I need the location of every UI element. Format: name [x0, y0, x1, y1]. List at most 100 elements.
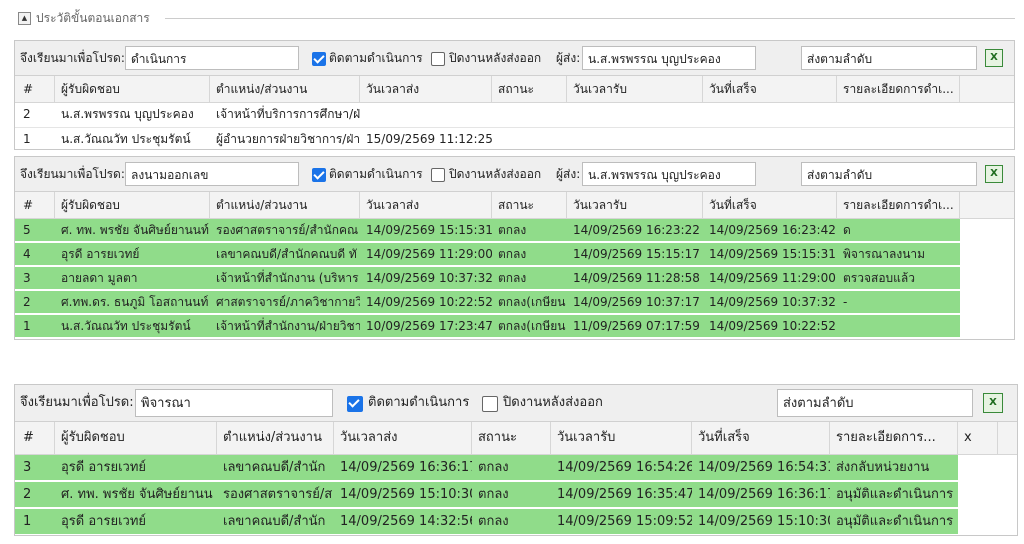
- cell-sent: 14/09/2569 16:36:17: [340, 460, 472, 475]
- step-panel-3: จึงเรียนมาเพื่อโปรด: พิจารณา ติดตามดำเนิ…: [14, 384, 1018, 536]
- cell-sent: [360, 103, 492, 125]
- col-received[interactable]: วันเวลารับ: [551, 422, 692, 454]
- excel-export-icon[interactable]: X: [983, 393, 1003, 413]
- col-sent[interactable]: วันเวลาส่ง: [360, 76, 492, 102]
- col-remove[interactable]: x: [958, 422, 998, 454]
- col-finished[interactable]: วันที่เสร็จ: [703, 76, 837, 102]
- col-no[interactable]: #: [15, 422, 55, 454]
- col-position[interactable]: ตำแหน่ง/ส่วนงาน: [210, 76, 360, 102]
- col-status[interactable]: สถานะ: [492, 76, 567, 102]
- col-person[interactable]: ผู้รับผิดชอบ: [55, 192, 210, 218]
- cell-status: ตกลง(เกษียน: [498, 319, 566, 333]
- cell-finished: 14/09/2569 10:37:32: [709, 295, 836, 309]
- section-title: ประวัติขั้นตอนเอกสาร: [36, 10, 150, 25]
- cell-detail: ด: [843, 223, 851, 237]
- col-sent[interactable]: วันเวลาส่ง: [360, 192, 492, 218]
- col-no[interactable]: #: [15, 76, 55, 102]
- cell-sent: 14/09/2569 15:10:30: [340, 487, 472, 502]
- close-after-send-label: ปิดงานหลังส่งออก: [449, 51, 542, 65]
- cell-sent: 14/09/2569 15:15:31: [366, 223, 492, 237]
- cell-status: ตกลง: [478, 460, 509, 475]
- col-position[interactable]: ตำแหน่ง/ส่วนงาน: [210, 192, 360, 218]
- purpose-input[interactable]: พิจารณา: [135, 389, 333, 417]
- cell-finished: 14/09/2569 16:23:42: [709, 223, 836, 237]
- col-person[interactable]: ผู้รับผิดชอบ: [55, 422, 217, 454]
- col-finished[interactable]: วันที่เสร็จ: [703, 192, 837, 218]
- cell-finished: 14/09/2569 16:54:31: [698, 460, 830, 475]
- cell-sent: 14/09/2569 11:29:00: [366, 247, 492, 261]
- table-row[interactable]: 4 อุรดี อารยเวทย์ เลขาคณบดี/สำนักคณบดี ทั 1…: [15, 243, 960, 267]
- cell-person: น.ส.วัณณวัท ประชุมรัตน์: [61, 132, 191, 146]
- col-detail[interactable]: รายละเอียดการดำเ...: [837, 76, 960, 102]
- table-row[interactable]: 1 น.ส.วัณณวัท ประชุมรัตน์ เจ้าหน้าที่สำนัก…: [15, 315, 960, 339]
- cell-person: ศ.ทพ.ดร. ธนภูมิ โอสถานนท์: [61, 295, 209, 309]
- col-received[interactable]: วันเวลารับ: [567, 76, 703, 102]
- col-no[interactable]: #: [15, 192, 55, 218]
- table-row[interactable]: 3 อุรดี อารยเวทย์ เลขาคณบดี/สำนัก 14/09/256…: [15, 455, 958, 482]
- col-detail[interactable]: รายละเอียดการดำเ...: [837, 192, 960, 218]
- cell-detail: อนุมัติและดำเนินการ: [836, 514, 954, 529]
- track-checkbox[interactable]: [347, 396, 363, 412]
- cell-person: อายลดา มูลตา: [61, 271, 138, 285]
- cell-position: เลขาคณบดี/สำนัก: [223, 460, 326, 475]
- cell-status: ตกลง: [478, 487, 509, 502]
- close-after-send-checkbox[interactable]: [431, 52, 445, 66]
- close-after-send-checkbox[interactable]: [482, 396, 498, 412]
- col-detail[interactable]: รายละเอียดการ...: [830, 422, 958, 454]
- step-panel-2: จึงเรียนมาเพื่อโปรด: ลงนามออกเลข ติดตามด…: [14, 156, 1015, 340]
- table-header: # ผู้รับผิดชอบ ตำแหน่ง/ส่วนงาน วันเวลาส่…: [15, 422, 1017, 455]
- col-sent[interactable]: วันเวลาส่ง: [334, 422, 472, 454]
- cell-no: 5: [23, 223, 31, 237]
- sender-input[interactable]: น.ส.พรพรรณ บุญประคอง: [582, 162, 756, 186]
- table-row[interactable]: 5 ศ. ทพ. พรชัย จันศิษย์ยานนท์ รองศาสตราจาร…: [15, 219, 960, 243]
- cell-position: รองศาสตราจารย์/สำนักคณ: [216, 223, 359, 237]
- sender-label: ผู้ส่ง:: [556, 167, 581, 181]
- table-row[interactable]: 1 น.ส.วัณณวัท ประชุมรัตน์ ผู้อำนวยการฝ่า…: [15, 128, 1014, 149]
- table-row[interactable]: 2 น.ส.พรพรรณ บุญประคอง เจ้าหน้าที่บริการ…: [15, 103, 1014, 128]
- panel-toolbar: จึงเรียนมาเพื่อโปรด: ลงนามออกเลข ติดตามด…: [15, 157, 1014, 192]
- cell-position: เจ้าหน้าที่สำนักงาน/ฝ่ายวิชา: [216, 319, 360, 333]
- cell-position: เลขาคณบดี/สำนัก: [223, 514, 326, 529]
- section-header: ▲ ประวัติขั้นตอนเอกสาร: [0, 8, 150, 28]
- purpose-input[interactable]: ดำเนินการ: [125, 46, 299, 70]
- purpose-input[interactable]: ลงนามออกเลข: [125, 162, 299, 186]
- col-finished[interactable]: วันที่เสร็จ: [692, 422, 830, 454]
- track-checkbox[interactable]: [312, 52, 326, 66]
- sender-label: ผู้ส่ง:: [556, 51, 581, 65]
- table-row[interactable]: 2 ศ.ทพ.ดร. ธนภูมิ โอสถานนท์ ศาสตราจารย์/ภา…: [15, 291, 960, 315]
- order-select[interactable]: ส่งตามลำดับ: [777, 389, 973, 417]
- table-row[interactable]: 1 อุรดี อารยเวทย์ เลขาคณบดี/สำนัก 14/09/256…: [15, 509, 958, 535]
- cell-no: 1: [23, 132, 31, 146]
- cell-sent: 15/09/2569 11:12:25: [366, 132, 492, 146]
- excel-export-icon[interactable]: X: [985, 49, 1003, 67]
- order-select[interactable]: ส่งตามลำดับ: [801, 162, 977, 186]
- purpose-label: จึงเรียนมาเพื่อโปรด:: [20, 395, 134, 410]
- excel-export-icon[interactable]: X: [985, 165, 1003, 183]
- cell-received: 14/09/2569 16:23:22: [573, 223, 700, 237]
- table-row[interactable]: 2 ศ. ทพ. พรชัย จันศิษย์ยานน รองศาสตราจารย์…: [15, 482, 958, 509]
- cell-status: ตกลง: [478, 514, 509, 529]
- cell-position: ศาสตราจารย์/ภาควิชากายวิ: [216, 295, 360, 309]
- cell-sent: 10/09/2569 17:23:47: [366, 319, 492, 333]
- cell-sent: 14/09/2569 10:22:52: [366, 295, 492, 309]
- cell-received: 14/09/2569 15:09:52: [557, 514, 692, 529]
- close-after-send-checkbox[interactable]: [431, 168, 445, 182]
- track-checkbox[interactable]: [312, 168, 326, 182]
- table-row[interactable]: 3 อายลดา มูลตา เจ้าหน้าที่สำนักงาน (บริหาร…: [15, 267, 960, 291]
- cell-received: 14/09/2569 16:35:47: [557, 487, 692, 502]
- cell-person: ศ. ทพ. พรชัย จันศิษย์ยานนท์: [61, 223, 209, 237]
- cell-finished: 14/09/2569 10:22:52: [709, 319, 836, 333]
- col-person[interactable]: ผู้รับผิดชอบ: [55, 76, 210, 102]
- cell-position: ผู้อำนวยการฝ่ายวิชาการ/ฝ่า: [216, 132, 360, 146]
- cell-position: รองศาสตราจารย์/ส: [223, 487, 333, 502]
- sender-input[interactable]: น.ส.พรพรรณ บุญประคอง: [582, 46, 756, 70]
- cell-detail: ส่งกลับหน่วยงาน: [836, 460, 930, 475]
- order-select[interactable]: ส่งตามลำดับ: [801, 46, 977, 70]
- collapse-toggle-icon[interactable]: ▲: [18, 11, 31, 25]
- col-status[interactable]: สถานะ: [492, 192, 567, 218]
- cell-no: 1: [23, 514, 32, 529]
- col-received[interactable]: วันเวลารับ: [567, 192, 703, 218]
- col-status[interactable]: สถานะ: [472, 422, 551, 454]
- col-position[interactable]: ตำแหน่ง/ส่วนงาน: [217, 422, 334, 454]
- cell-no: 4: [23, 247, 31, 261]
